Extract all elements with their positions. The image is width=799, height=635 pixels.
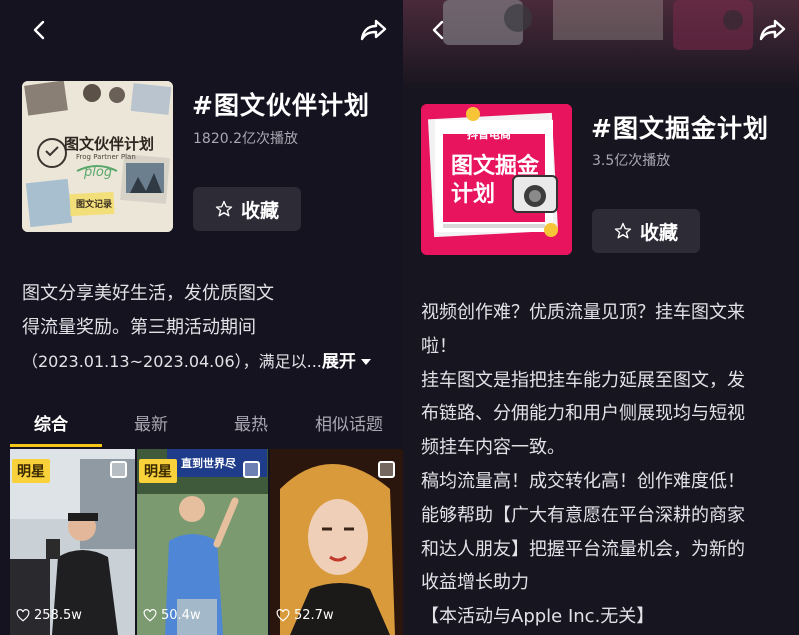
video-sign-text: 直到世界尽 <box>181 457 236 470</box>
caret-down-icon <box>360 359 371 365</box>
description-line: 图文分享美好生活，发优质图文 <box>22 283 274 304</box>
likes-count: 50.4w <box>161 608 201 623</box>
topic-description: 视频创作难？优质流量见顶？挂车图文来 啦！ 挂车图文是指把挂车能力延展至图文，发… <box>421 296 799 634</box>
tab-latest[interactable]: 最新 <box>134 410 168 435</box>
video-card[interactable]: 直到世界尽 明星 50.4w <box>137 449 268 635</box>
description-line: 能够帮助【广大有意愿在平台深耕的商家 <box>421 504 745 526</box>
description-line: 挂车图文是指把挂车能力延展至图文，发 <box>421 369 745 391</box>
topic-page-right: 抖音电商 图文掘金 计划 #图文掘金计划 3.5亿次播放 收藏 视频创作难？优质… <box>403 0 799 635</box>
video-badge: 明星 <box>139 459 177 483</box>
back-button[interactable] <box>20 10 60 50</box>
favorite-button[interactable]: 收藏 <box>193 187 301 231</box>
play-count: 3.5亿次播放 <box>592 153 671 169</box>
topic-cover-image[interactable]: 抖音电商 图文掘金 计划 <box>421 104 572 255</box>
tab-hottest[interactable]: 最热 <box>234 410 268 435</box>
back-arrow-icon <box>432 20 444 40</box>
description-line: 得流量奖励。第三期活动期间 <box>22 317 256 338</box>
cover-brand-text: 抖音电商 <box>467 128 511 141</box>
video-likes: 50.4w <box>143 608 201 623</box>
description-line: 收益增长助力 <box>421 572 529 594</box>
description-line: 布链路、分佣能力和用户侧展现均与短视 <box>421 403 745 425</box>
active-tab-indicator <box>10 444 102 447</box>
select-checkbox[interactable] <box>378 461 395 478</box>
likes-count: 258.5w <box>34 608 82 623</box>
topic-cover-image[interactable]: 图文伙伴计划 Frog Partner Plan plog 图文记录 <box>22 81 173 232</box>
share-button[interactable] <box>354 10 394 50</box>
topic-page-left: 图文伙伴计划 Frog Partner Plan plog 图文记录 #图文伙伴… <box>0 0 403 635</box>
tab-comprehensive[interactable]: 综合 <box>34 410 68 435</box>
share-icon <box>759 19 786 41</box>
topic-title: #图文伙伴计划 <box>192 91 370 120</box>
tab-similar-topics[interactable]: 相似话题 <box>315 410 383 435</box>
description-line: 视频创作难？优质流量见顶？挂车图文来 <box>421 302 745 323</box>
description-line: 稿均流量高！成交转化高！创作难度低！ <box>421 470 745 492</box>
play-count: 1820.2亿次播放 <box>193 131 298 147</box>
star-icon <box>614 222 632 239</box>
likes-count: 52.7w <box>294 608 334 623</box>
description-line: （2023.01.13~2023.04.06），满足以... <box>22 352 322 371</box>
video-card[interactable]: 明星 258.5w <box>10 449 135 635</box>
cover-tag-text: 图文记录 <box>76 200 113 210</box>
heart-icon <box>143 609 157 622</box>
cover-brand-subtext: Frog Partner Plan <box>76 153 136 161</box>
back-button[interactable] <box>419 10 459 50</box>
topic-tabs: 综合 最新 最热 相似话题 <box>0 400 403 448</box>
description-line: 频挂车内容一致。 <box>421 437 565 459</box>
share-icon <box>360 19 387 41</box>
favorite-label: 收藏 <box>240 199 279 222</box>
cover-script-text: plog <box>84 165 113 180</box>
cover-main-text-line2: 计划 <box>451 182 496 207</box>
select-checkbox[interactable] <box>243 461 260 478</box>
description-line: 啦！ <box>421 335 457 357</box>
video-badge: 明星 <box>12 459 50 483</box>
favorite-label: 收藏 <box>639 221 678 244</box>
heart-icon <box>16 609 30 622</box>
video-card[interactable]: 52.7w <box>270 449 403 635</box>
video-likes: 258.5w <box>16 608 82 623</box>
share-button[interactable] <box>753 10 793 50</box>
cover-brand-text: 图文伙伴计划 <box>64 135 155 153</box>
expand-button[interactable]: 展开 <box>322 352 371 372</box>
star-icon <box>215 200 233 217</box>
expand-label: 展开 <box>321 352 356 372</box>
description-line: 和达人朋友】把握平台流量机会，为新的 <box>421 538 745 560</box>
topic-title: #图文掘金计划 <box>591 114 769 143</box>
description-line: 【本活动与Apple Inc.无关】 <box>421 606 655 628</box>
favorite-button[interactable]: 收藏 <box>592 209 700 253</box>
header-background-image <box>403 0 799 90</box>
video-likes: 52.7w <box>276 608 334 623</box>
heart-icon <box>276 609 290 622</box>
back-arrow-icon <box>33 20 45 40</box>
topic-description: 图文分享美好生活，发优质图文 得流量奖励。第三期活动期间 （2023.01.13… <box>22 277 392 379</box>
select-checkbox[interactable] <box>110 461 127 478</box>
